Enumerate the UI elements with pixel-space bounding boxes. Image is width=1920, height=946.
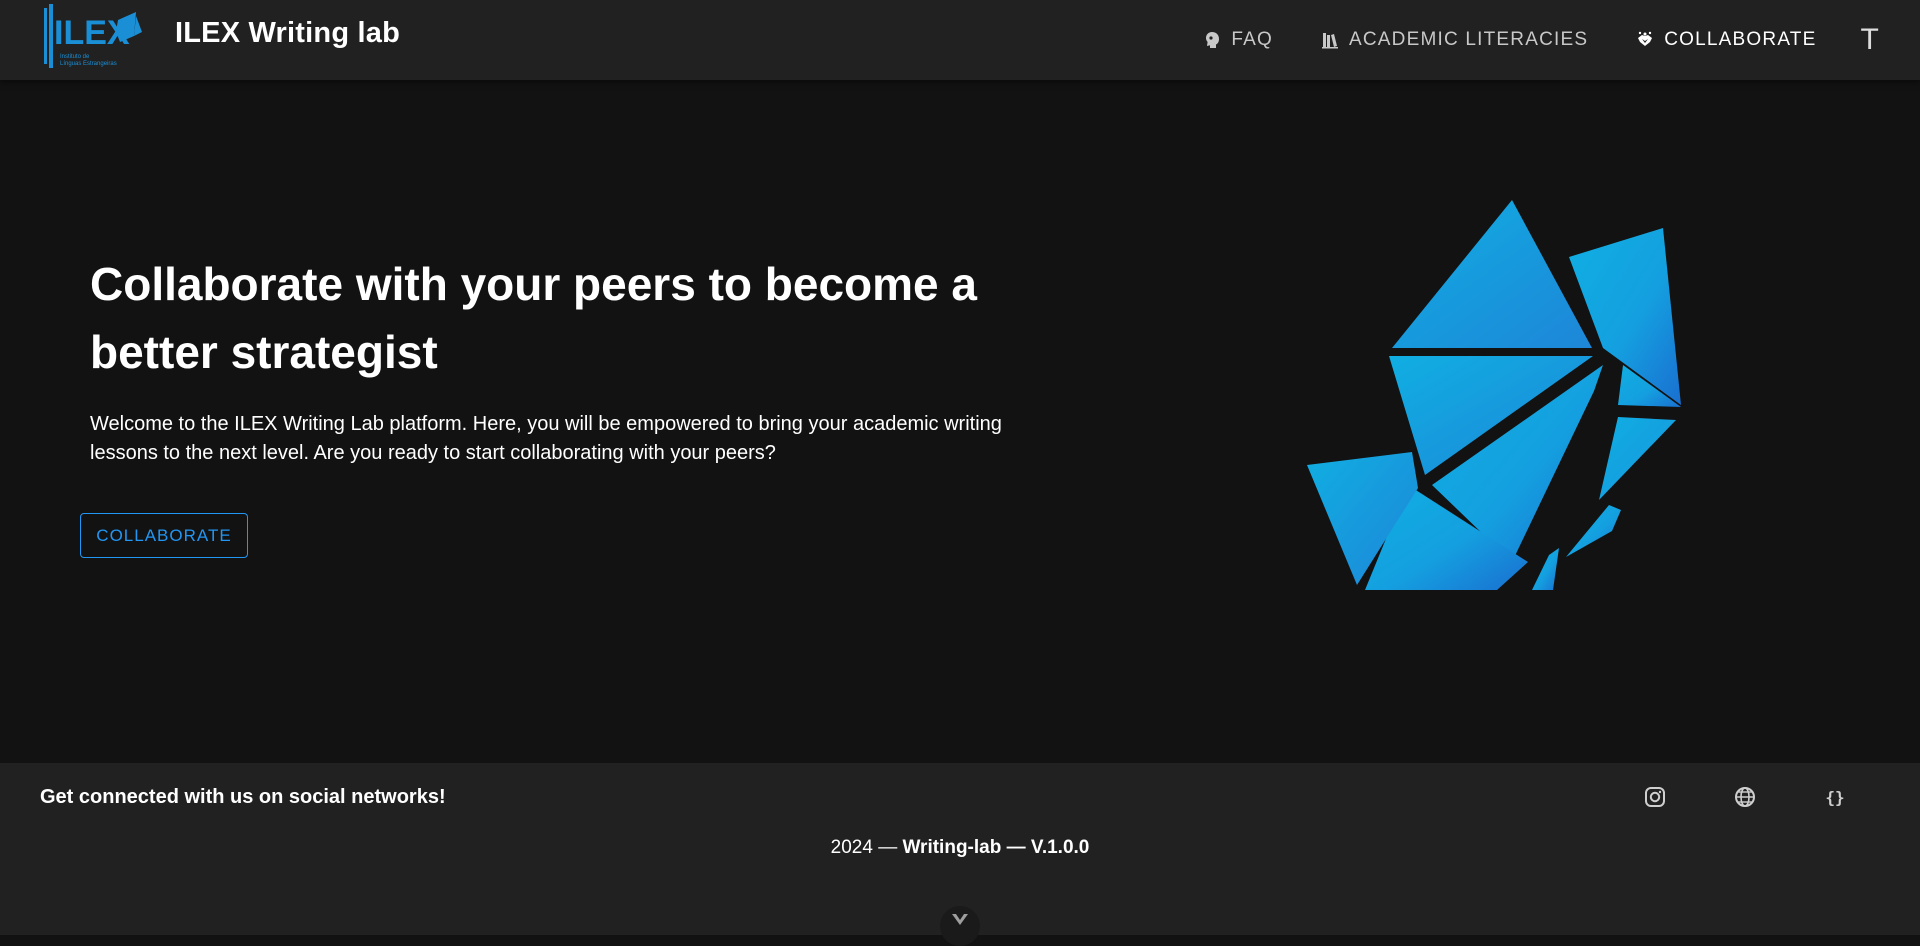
nav-academic-literacies-label: ACADEMIC LITERACIES	[1349, 29, 1589, 50]
nav-academic-literacies[interactable]: ACADEMIC LITERACIES	[1297, 0, 1612, 80]
collaborate-button[interactable]: COLLABORATE	[80, 513, 248, 558]
ilex-logo[interactable]: ILEX Instituto de Línguas Estrangeiras	[40, 2, 146, 68]
nav-collaborate[interactable]: COLLABORATE	[1612, 0, 1840, 80]
brain-icon	[1206, 32, 1220, 48]
svg-text:{}: {}	[1825, 788, 1844, 807]
handshake-icon	[1638, 31, 1653, 46]
books-icon	[1322, 33, 1338, 49]
nav-faq[interactable]: FAQ	[1179, 0, 1297, 80]
source-code-link[interactable]: {}	[1821, 783, 1849, 811]
svg-text:Instituto de: Instituto de	[60, 54, 90, 60]
svg-text:Línguas Estrangeiras: Línguas Estrangeiras	[60, 61, 117, 67]
project-name: Writing-lab	[902, 837, 1002, 858]
globe-icon	[1735, 787, 1755, 807]
copyright: 2024 — Writing-lab — V.1.0.0	[0, 837, 1920, 859]
website-link[interactable]	[1731, 783, 1759, 811]
app-header: ILEX Instituto de Línguas Estrangeiras I…	[0, 0, 1920, 80]
copyright-separator-2: —	[1006, 837, 1026, 858]
hero-description: Welcome to the ILEX Writing Lab platform…	[90, 413, 1002, 464]
scroll-down-button[interactable]	[940, 906, 980, 946]
instagram-link[interactable]	[1641, 783, 1669, 811]
chevron-down-icon	[952, 914, 968, 925]
nav-collaborate-label: COLLABORATE	[1664, 29, 1817, 50]
copyright-year: 2024	[830, 837, 873, 858]
copyright-separator: —	[878, 837, 898, 858]
app-title[interactable]: ILEX Writing lab	[175, 17, 400, 50]
instagram-icon	[1645, 787, 1665, 807]
theme-toggle-button[interactable]: T	[1840, 0, 1904, 80]
code-braces-icon: {}	[1825, 788, 1844, 807]
origami-bird-illustration	[1307, 200, 1681, 590]
main-nav: FAQ ACADEMIC LITERACIES COLLABORATE T	[1179, 0, 1920, 80]
nav-faq-label: FAQ	[1231, 29, 1273, 50]
hero-title: Collaborate with your peers to become a …	[90, 258, 977, 378]
version-label: V.1.0.0	[1030, 837, 1090, 858]
social-heading: Get connected with us on social networks…	[40, 786, 446, 808]
